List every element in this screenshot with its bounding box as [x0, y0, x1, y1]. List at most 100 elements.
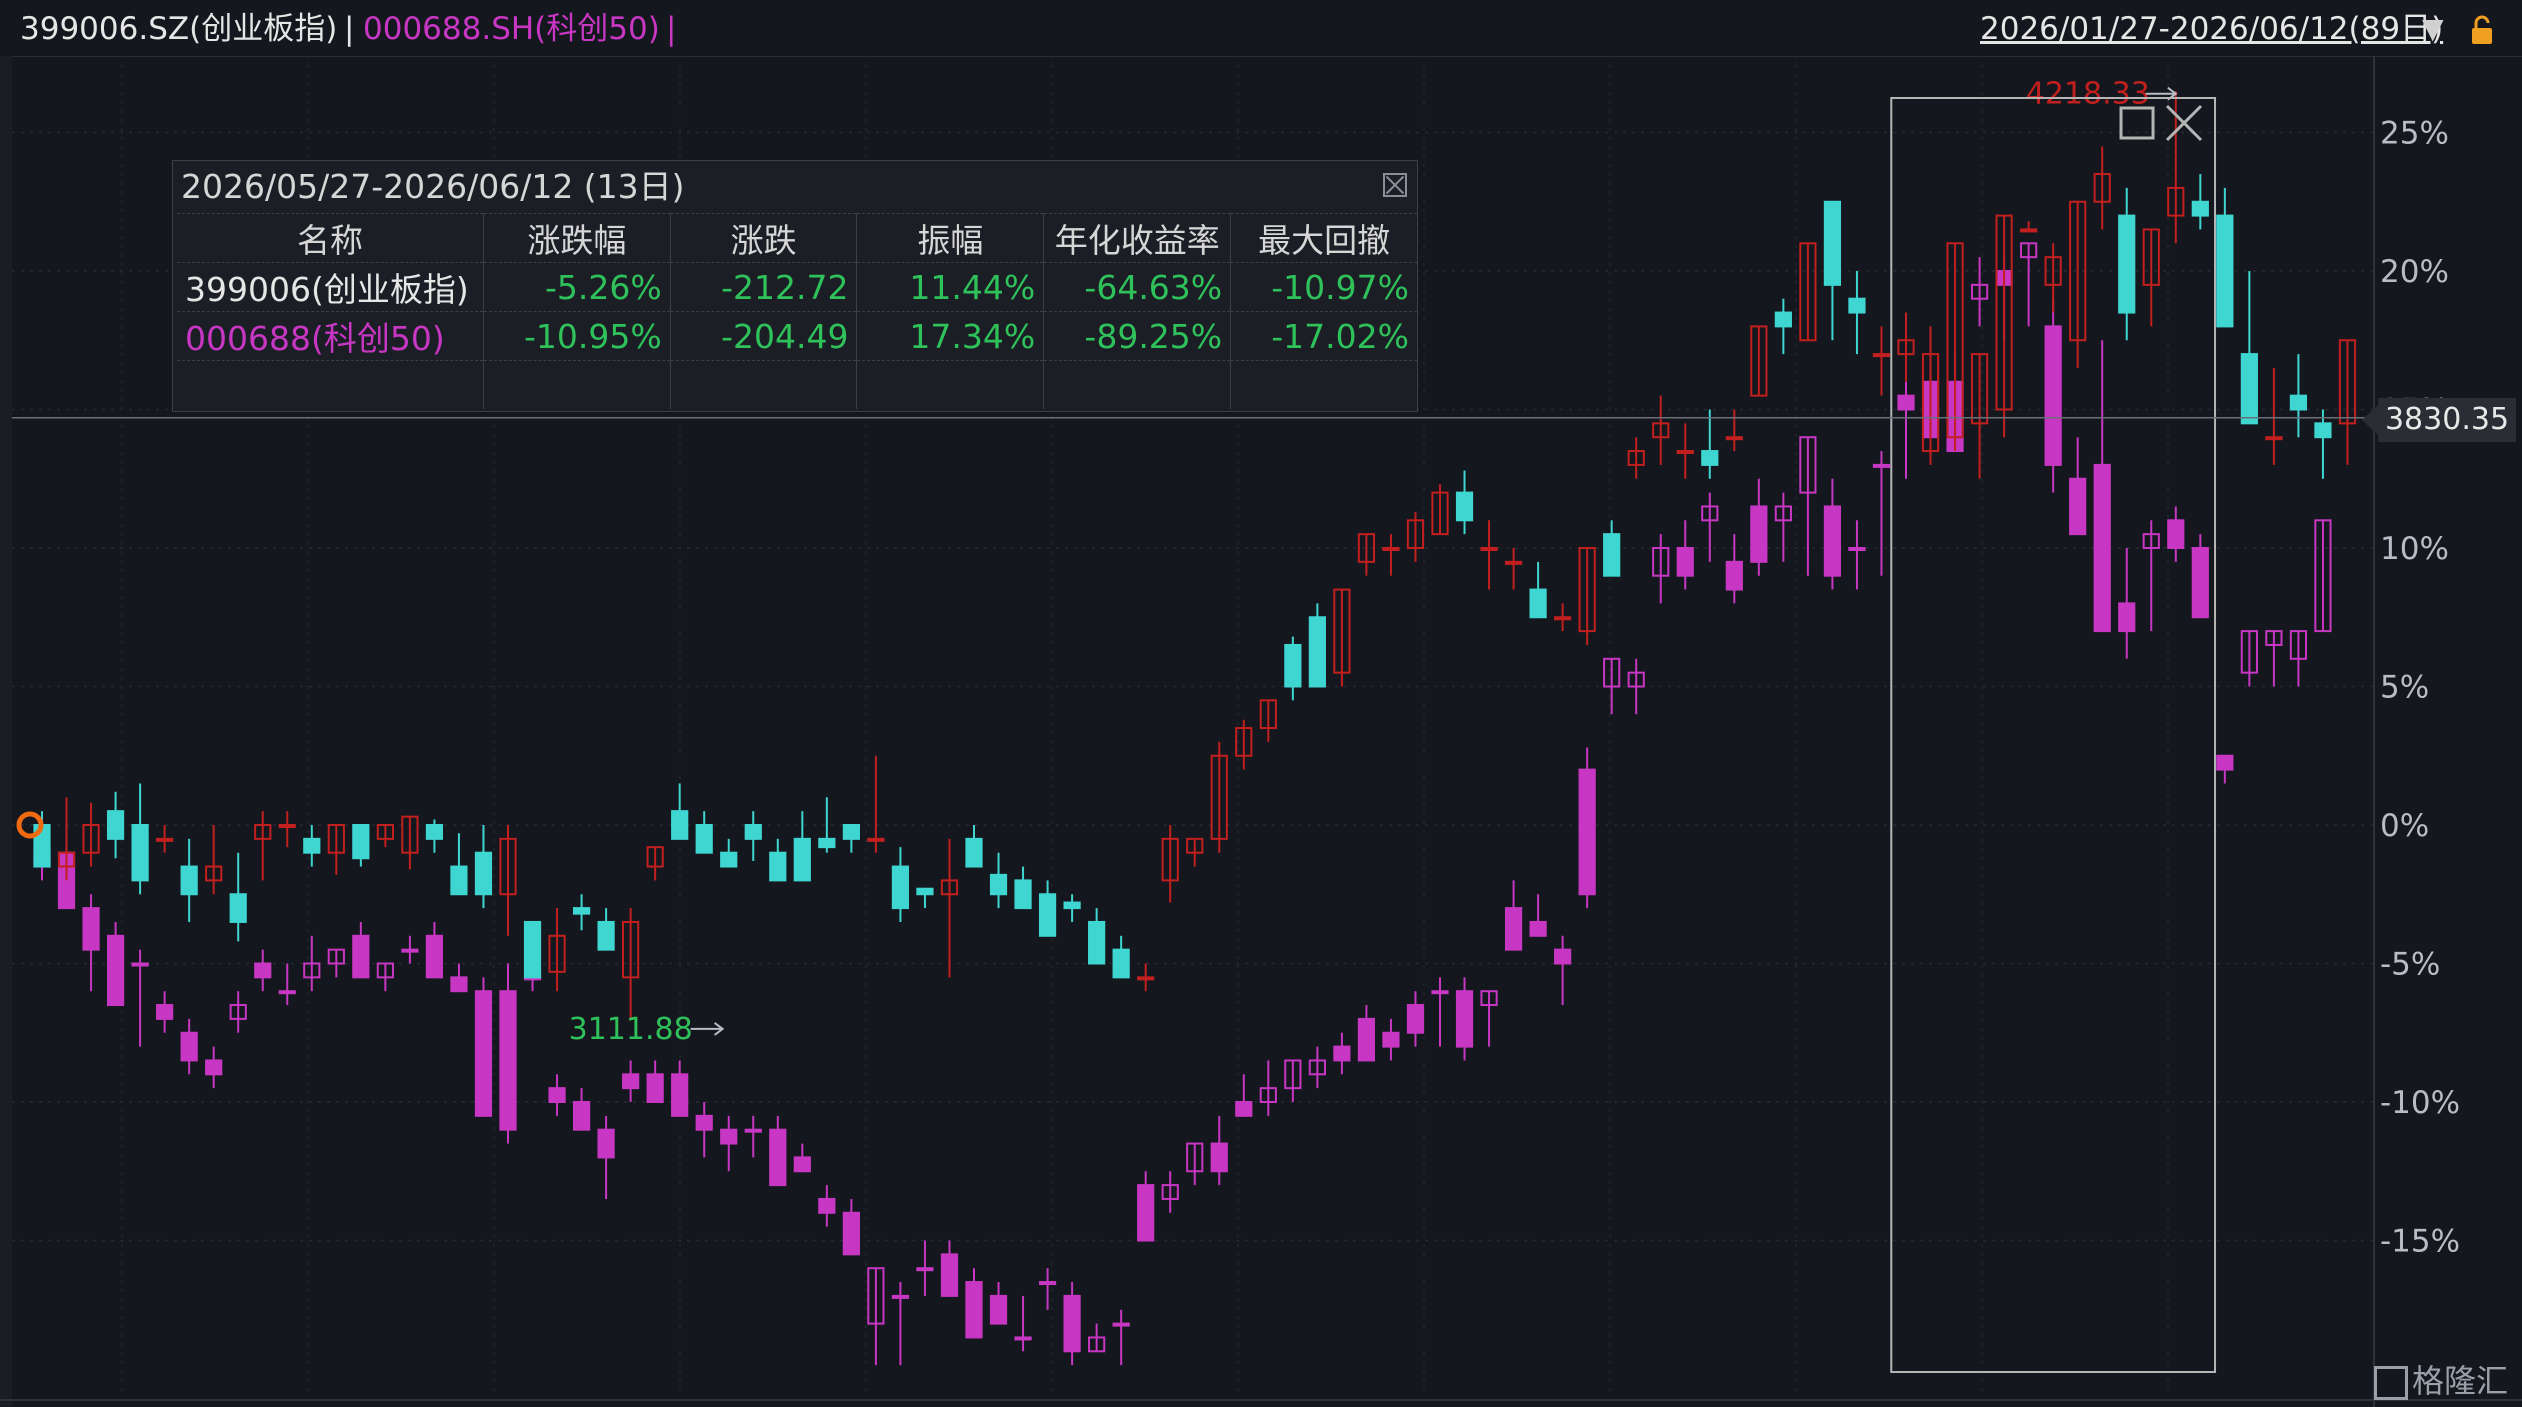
candle-body — [474, 851, 493, 896]
candle-body — [622, 1073, 640, 1090]
close-icon[interactable] — [1383, 173, 1407, 197]
candle-body — [1333, 1045, 1351, 1062]
watermark-logo: 格隆汇 — [2374, 1356, 2508, 1402]
candle-body — [303, 837, 321, 854]
candle-body — [793, 1156, 811, 1173]
candle-body — [106, 934, 125, 1007]
row-name: 399006(创业板指) — [177, 262, 484, 312]
candle-body — [1554, 948, 1572, 965]
candle-body — [425, 824, 444, 840]
amplitude-value: 11.44% — [856, 262, 1045, 312]
candle-body — [548, 1087, 566, 1104]
current-price-tag: 3830.35 — [2362, 398, 2516, 442]
candle-body — [1382, 547, 1400, 551]
candle-body — [156, 837, 174, 842]
candle-body — [450, 976, 468, 993]
candle-body — [720, 851, 738, 868]
candle-body — [1112, 948, 1130, 979]
candle-body — [989, 1294, 1008, 1325]
candle-body — [989, 873, 1008, 896]
y-axis: 25%20%15%10%5%0%-5%-10%-15% — [2380, 116, 2460, 1260]
candle-body — [425, 934, 444, 979]
amplitude-value: 17.34% — [856, 311, 1045, 361]
col-pct-change-header[interactable]: 涨跌幅 — [483, 213, 671, 263]
candle-body — [2216, 754, 2234, 771]
candle-body — [891, 865, 910, 910]
candle-body — [597, 1128, 615, 1159]
candle-body — [1210, 1142, 1228, 1173]
col-name-header[interactable]: 名称 — [177, 213, 484, 263]
interval-summary-panel[interactable]: 2026/05/27-2026/06/12 (13日) 名称 涨跌幅 涨跌 振幅… — [172, 160, 1418, 412]
candle-body — [2020, 228, 2038, 233]
maximize-icon[interactable] — [2119, 106, 2155, 140]
candle-body — [254, 962, 272, 979]
low-annotation-label: 3111.88 — [569, 1012, 693, 1047]
summary-table: 名称 涨跌幅 涨跌 振幅 年化收益率 最大回撤 399006(创业板指) -5.… — [177, 213, 1417, 409]
candle-body — [2216, 214, 2234, 328]
col-max-drawdown-header[interactable]: 最大回撤 — [1230, 213, 1417, 263]
candle-body — [1014, 879, 1032, 910]
col-change-header[interactable]: 涨跌 — [670, 213, 858, 263]
candle-body — [1872, 353, 1891, 358]
candle-body — [695, 1114, 713, 1131]
candle-body — [793, 837, 811, 882]
close-icon[interactable] — [2165, 104, 2203, 142]
candle-body — [1112, 1322, 1130, 1327]
candle-body — [1578, 768, 1596, 896]
candle-body — [2314, 422, 2332, 439]
candle-body — [474, 990, 493, 1117]
row-name: 000688(科创50) — [177, 311, 484, 361]
table-row[interactable]: 399006(创业板指) -5.26% -212.72 11.44% -64.6… — [177, 262, 1417, 312]
candle-body — [1357, 1017, 1376, 1062]
candle-body — [769, 1128, 787, 1187]
candle-body — [597, 920, 615, 951]
candle-body — [916, 887, 934, 896]
candle-body — [1406, 1004, 1425, 1034]
annotation-arrow-icon — [690, 1022, 725, 1036]
candle-body — [720, 1128, 738, 1145]
candle-body — [1382, 1031, 1400, 1048]
y-tick-label: -15% — [2380, 1224, 2460, 1260]
col-amplitude-header[interactable]: 振幅 — [856, 213, 1045, 263]
candle-body — [1848, 547, 1866, 551]
candle-body — [1431, 990, 1449, 995]
close-icon-stroke — [2165, 104, 2203, 142]
candle-body — [450, 865, 468, 896]
candle-body — [1014, 1336, 1032, 1341]
candle-body — [131, 962, 149, 967]
candle-body — [1554, 616, 1572, 621]
candle-body — [2289, 394, 2308, 411]
logo-icon — [2374, 1366, 2408, 1400]
candle-body — [1872, 463, 1891, 468]
table-row[interactable]: 000688(科创50) -10.95% -204.49 17.34% -89.… — [177, 311, 1417, 361]
annual-return-value: -89.25% — [1043, 311, 1232, 361]
candle-body — [2118, 214, 2136, 314]
table-row-empty — [177, 360, 1417, 409]
y-tick-label: 5% — [2380, 670, 2429, 706]
candle-body — [965, 1281, 983, 1339]
y-tick-label: -5% — [2380, 947, 2440, 983]
candle-body — [1701, 450, 1719, 466]
annual-return-value: -64.63% — [1043, 262, 1232, 312]
candle-body — [842, 1211, 860, 1256]
candle-body — [401, 948, 419, 953]
watermark-text: 格隆汇 — [2412, 1362, 2509, 1400]
candle-body — [2093, 463, 2111, 633]
candle-body — [769, 851, 787, 882]
candle-body — [1676, 450, 1694, 455]
candle-body — [1455, 990, 1474, 1048]
candle-body — [671, 810, 689, 840]
candle-body — [1063, 1294, 1081, 1353]
candle-body — [1603, 533, 1621, 577]
candle-body — [1063, 901, 1081, 910]
candle-body — [940, 1253, 959, 1297]
candle-body — [2191, 547, 2209, 619]
col-annual-return-header[interactable]: 年化收益率 — [1043, 213, 1232, 263]
candle-body — [572, 907, 591, 915]
candle-body — [1308, 616, 1326, 688]
candle-body — [2044, 325, 2062, 466]
candle-body — [1725, 560, 1743, 591]
candle-body — [1529, 588, 1547, 619]
candle-body — [671, 1073, 689, 1117]
candle-body — [1038, 1281, 1057, 1286]
